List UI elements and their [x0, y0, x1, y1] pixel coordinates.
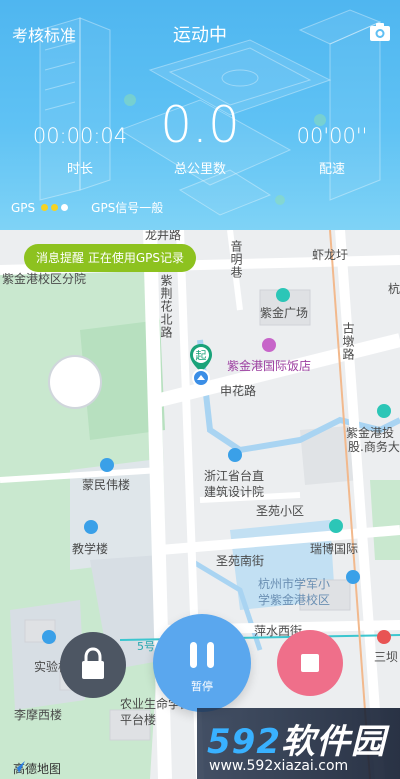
- map-label: 虾龙圩: [312, 248, 349, 262]
- map-label: 杭州市学军小学紫金港校区: [258, 577, 331, 607]
- map-label: 杭: [388, 282, 400, 296]
- poi-pin-icon: [377, 404, 391, 418]
- map-label: 蒙民伟楼: [82, 478, 131, 492]
- map-label: 三坝: [374, 650, 399, 664]
- pause-icon: [190, 642, 214, 668]
- gps-signal-dot: [41, 204, 49, 211]
- pause-button[interactable]: 暂停: [153, 614, 251, 712]
- start-marker-icon: 起: [188, 342, 214, 388]
- pause-label: 暂停: [191, 680, 213, 693]
- navigation-arrow-icon: [11, 761, 25, 773]
- distance-value: 0.0: [160, 96, 240, 154]
- duration-label: 时长: [66, 162, 93, 177]
- map-label: 紫金广场: [260, 306, 309, 320]
- watermark-url: www.592xiazai.com: [209, 758, 349, 774]
- map-label: 浙江省台直建筑设计院: [204, 469, 265, 499]
- duration-stat: 00:00:04 时长: [30, 124, 130, 177]
- map-label: 教学楼: [72, 542, 109, 556]
- pace-label: 配速: [318, 162, 345, 177]
- map-label: 申花路: [220, 384, 257, 398]
- gps-signal-dot: [51, 204, 59, 211]
- poi-pin-icon: [42, 630, 56, 644]
- poi-pin-icon: [84, 520, 98, 534]
- map-label: 古墩路: [341, 322, 355, 361]
- duration-value: 00:00:04: [32, 124, 128, 148]
- poi-pin-icon: [100, 458, 114, 472]
- page-title: 运动中: [173, 25, 227, 46]
- map-label: 龙井路: [145, 230, 182, 242]
- amap-logo: 高德地图: [10, 760, 61, 777]
- top-bar: 考核标准 运动中: [0, 0, 400, 64]
- poi-pin-icon: [377, 630, 391, 644]
- map-label: 股.商务大: [348, 440, 400, 454]
- gps-signal-text: GPS信号一般: [91, 201, 164, 215]
- map-label: 紫金港校区分院: [2, 272, 87, 286]
- run-header: 考核标准 运动中 00:00:04 时长 0.0 总公里数 00'00'' 配速…: [0, 0, 400, 230]
- map-label: 李摩西楼: [14, 708, 63, 722]
- map-label: 圣苑小区: [256, 504, 305, 518]
- poi-pin-icon: [346, 570, 360, 584]
- gps-notice-banner: 消息提醒 正在使用GPS记录: [24, 244, 196, 272]
- map-label: 圣苑南街: [216, 554, 265, 568]
- gps-label: GPS: [11, 200, 36, 215]
- distance-stat: 0.0 总公里数: [130, 98, 270, 177]
- poi-pin-icon: [262, 338, 276, 352]
- map-label: 音明巷: [229, 240, 243, 279]
- watermark: 592软件园 www.592xiazai.com: [197, 708, 400, 779]
- gps-status: GPS GPS信号一般: [11, 199, 163, 216]
- poi-pin-icon: [276, 288, 290, 302]
- poi-pin-icon: [228, 448, 242, 462]
- map-label: 紫金港国际饭店: [227, 359, 312, 373]
- pace-value: 00'00'': [296, 124, 368, 148]
- map-label: 紫荆花北路: [159, 274, 173, 339]
- poi-pin-icon: [329, 519, 343, 533]
- watermark-text: 软件园: [280, 722, 386, 762]
- map-label: 瑞博国际: [310, 542, 359, 556]
- stop-icon: [301, 654, 319, 672]
- gps-signal-dots: [41, 204, 71, 211]
- map-view[interactable]: 龙井路 虾龙圩 紫金港校区分院 紫荆花北路 音明巷 紫金广场 杭 紫金港国际饭店…: [0, 230, 400, 779]
- svg-text:起: 起: [196, 349, 207, 362]
- lock-icon: [82, 647, 104, 679]
- distance-label: 总公里数: [173, 162, 226, 177]
- pace-stat: 00'00'' 配速: [282, 124, 382, 177]
- gps-signal-dot: [61, 204, 69, 211]
- stop-button[interactable]: [277, 630, 343, 696]
- camera-icon[interactable]: [369, 22, 391, 42]
- watermark-number: 592: [207, 722, 281, 762]
- lock-button[interactable]: [60, 632, 126, 698]
